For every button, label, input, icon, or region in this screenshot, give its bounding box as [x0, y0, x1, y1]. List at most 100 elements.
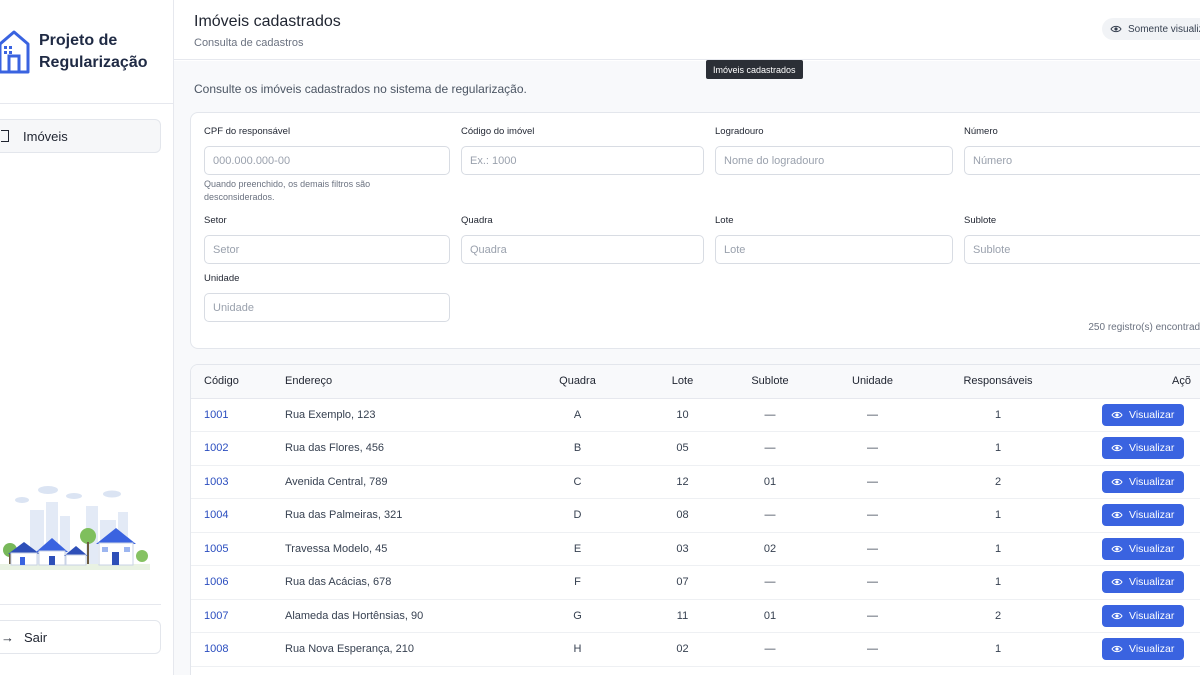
intro-text: Consulte os imóveis cadastrados no siste… [194, 82, 527, 96]
row-lote: 10 [640, 398, 725, 432]
row-actions: Visualizar [1066, 565, 1200, 600]
header-responsaveis[interactable]: Responsáveis [930, 365, 1066, 399]
row-codigo-link[interactable]: 1005 [191, 532, 285, 566]
view-button[interactable]: Visualizar [1102, 504, 1185, 527]
header-codigo[interactable]: Código [191, 365, 285, 399]
row-sublote: 01 [725, 599, 815, 633]
quadra-label: Quadra [461, 215, 493, 226]
header-endereco[interactable]: Endereço [285, 365, 515, 399]
table-row: 1005 Travessa Modelo, 45 E 03 02—1 Visualizar [191, 532, 1200, 566]
row-endereco: Alameda das Hortênsias, 90 [285, 599, 515, 633]
header-quadra[interactable]: Quadra [515, 365, 640, 399]
row-actions: Visualizar [1066, 398, 1200, 432]
view-button-label: Visualizar [1129, 442, 1175, 455]
row-sublote: 01 [725, 465, 815, 499]
numero-label: Número [964, 126, 998, 137]
page-title: Imóveis cadastrados [194, 13, 341, 30]
codigo-input[interactable]: Ex.: 1000 [461, 146, 704, 175]
view-button-label: Visualizar [1129, 576, 1175, 589]
view-button[interactable]: Visualizar [1102, 470, 1185, 493]
header-sublote[interactable]: Sublote [725, 365, 815, 399]
cpf-input[interactable]: 000.000.000-00 [204, 146, 450, 175]
setor-input[interactable]: Setor [204, 235, 450, 264]
row-actions: Visualizar [1066, 431, 1200, 466]
results-count: 250 registro(s) encontrado( [1088, 322, 1200, 333]
header-lote[interactable]: Lote [640, 365, 725, 399]
logradouro-filter: Logradouro Nome do logradouro [715, 126, 953, 175]
lote-filter: Lote Lote [715, 215, 953, 264]
unidade-input[interactable]: Unidade [204, 293, 450, 322]
row-quadra: C [515, 465, 640, 499]
row-quadra: D [515, 498, 640, 533]
unidade-label: Unidade [204, 273, 240, 284]
row-responsaveis: 1 [930, 498, 1066, 533]
row-codigo-link[interactable]: 1007 [191, 599, 285, 633]
row-actions: Visualizar [1066, 532, 1200, 566]
table-row: 1008 Rua Nova Esperança, 210 H 02— —1 Visuali… [191, 632, 1200, 667]
logout-button[interactable]: → Sair [0, 620, 161, 654]
row-endereco: Travessa Modelo, 45 [285, 532, 515, 566]
tooltip: Imóveis cadastrados [706, 60, 803, 79]
table-row: 1006 Rua das Acácias, 678 F 07— —1 Visualizar [191, 565, 1200, 600]
view-button[interactable]: Visualizar [1102, 537, 1185, 560]
setor-label: Setor [204, 215, 227, 226]
row-responsaveis: 1 [930, 431, 1066, 466]
logradouro-label: Logradouro [715, 126, 764, 137]
brand-line-2: Regularização [39, 54, 148, 71]
table-row: 1003 Avenida Central, 789 C 12 01—2 Visualiza… [191, 465, 1200, 499]
row-endereco: Avenida Central, 789 [285, 465, 515, 499]
row-unidade: — [815, 565, 930, 600]
view-button[interactable]: Visualizar [1102, 403, 1185, 426]
cpf-label: CPF do responsável [204, 126, 291, 137]
header-unidade[interactable]: Unidade [815, 365, 930, 399]
row-unidade: — [815, 632, 930, 667]
numero-input[interactable]: Número [964, 146, 1200, 175]
sublote-filter: Sublote Sublote [964, 215, 1200, 264]
eye-icon [1111, 646, 1123, 653]
row-codigo-link[interactable]: 1001 [191, 398, 285, 432]
brand-name: Projeto de Regularização [39, 30, 147, 74]
codigo-filter: Código do imóvel Ex.: 1000 [461, 126, 704, 175]
quadra-input[interactable]: Quadra [461, 235, 704, 264]
row-responsaveis: 1 [930, 632, 1066, 667]
sublote-input[interactable]: Sublote [964, 235, 1200, 264]
row-sublote: — [725, 431, 815, 466]
view-button[interactable]: Visualizar [1102, 604, 1185, 627]
view-button[interactable]: Visualizar [1102, 437, 1185, 460]
eye-icon [1111, 612, 1123, 619]
row-endereco: Rua das Acácias, 678 [285, 565, 515, 600]
row-sublote: — [725, 565, 815, 600]
row-codigo-link[interactable]: 1003 [191, 465, 285, 499]
row-actions: Visualizar [1066, 465, 1200, 499]
row-codigo-link[interactable]: 1002 [191, 431, 285, 466]
row-lote: 12 [640, 465, 725, 499]
row-codigo-link[interactable]: 1006 [191, 565, 285, 600]
view-button[interactable]: Visualizar [1102, 638, 1185, 661]
row-codigo-link[interactable]: 1008 [191, 632, 285, 667]
row-actions: Visualizar [1066, 498, 1200, 533]
page-subtitle: Consulta de cadastros [194, 37, 304, 49]
row-lote: 11 [640, 599, 725, 633]
row-endereco: Rua das Palmeiras, 321 [285, 498, 515, 533]
row-sublote: 02 [725, 532, 815, 566]
row-lote: 08 [640, 498, 725, 533]
logradouro-input[interactable]: Nome do logradouro [715, 146, 953, 175]
row-unidade: — [815, 465, 930, 499]
main-content: Consulte os imóveis cadastrados no siste… [174, 60, 1200, 675]
lote-input[interactable]: Lote [715, 235, 953, 264]
row-quadra: B [515, 431, 640, 466]
cpf-filter: CPF do responsável 000.000.000-00 [204, 126, 450, 175]
sidebar: Projeto de Regularização Imóveis → Sair [0, 0, 174, 675]
row-codigo-link[interactable]: 1004 [191, 498, 285, 533]
sidebar-item-imoveis[interactable]: Imóveis [0, 119, 161, 153]
row-sublote: — [725, 498, 815, 533]
cpf-hint: Quando preenchido, os demais filtros são… [204, 179, 371, 202]
view-button[interactable]: Visualizar [1102, 571, 1185, 594]
row-sublote: — [725, 398, 815, 432]
filters-panel: CPF do responsável 000.000.000-00 Quando… [190, 112, 1200, 349]
row-responsaveis: 2 [930, 599, 1066, 633]
numero-filter: Número Número [964, 126, 1200, 175]
row-unidade: — [815, 532, 930, 566]
table-row: 1002 Rua das Flores, 456 B 05— —1 Visualizar [191, 431, 1200, 466]
row-responsaveis: 1 [930, 565, 1066, 600]
